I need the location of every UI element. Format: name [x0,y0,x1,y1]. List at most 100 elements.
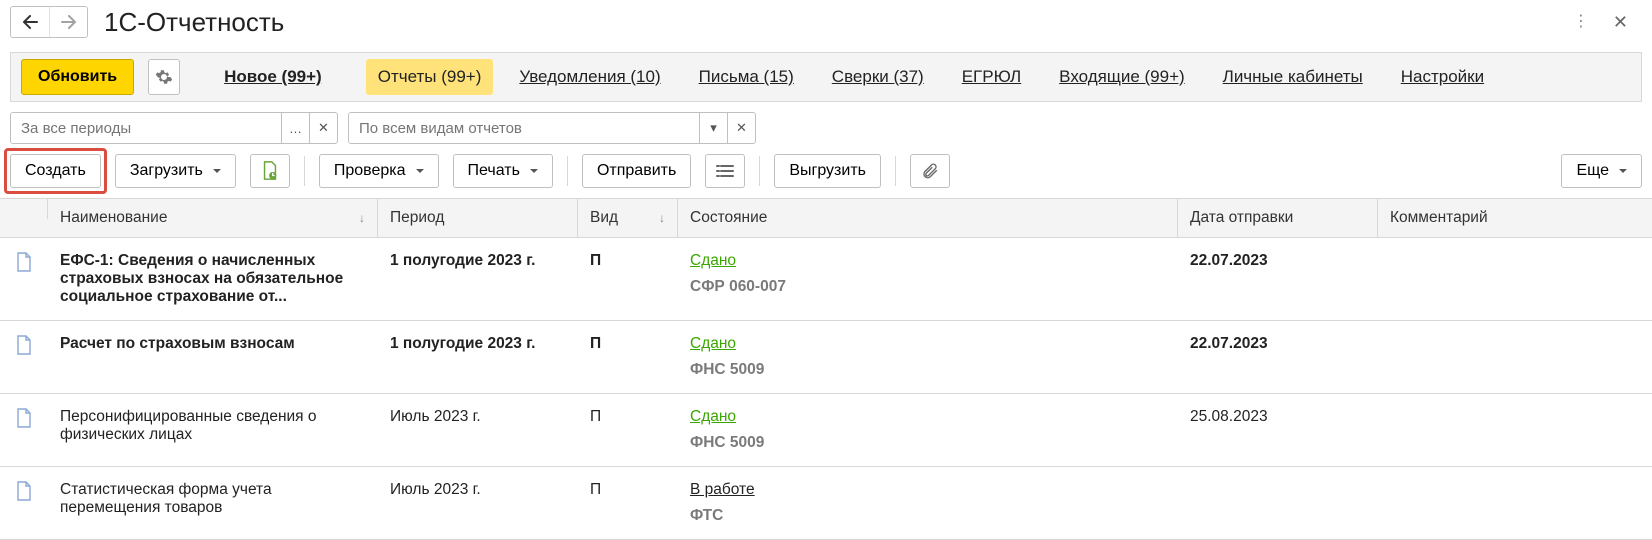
cell-period: Июль 2023 г. [378,477,578,503]
column-name[interactable]: Наименование↓ [48,199,378,237]
tab-notifications[interactable]: Уведомления (10) [507,59,672,95]
filter-row: … ✕ ▾ ✕ [0,102,1652,150]
cell-period: 1 полугодие 2023 г. [378,331,578,357]
cell-comment [1378,477,1652,485]
period-filter-more-button[interactable]: … [281,113,309,143]
tab-egrul[interactable]: ЕГРЮЛ [950,59,1033,95]
period-filter-clear-button[interactable]: ✕ [309,113,337,143]
toolbar-separator [567,156,568,186]
export-button[interactable]: Выгрузить [774,154,881,188]
page-title: 1С-Отчетность [104,7,1557,38]
cell-name: Статистическая форма учета перемещения т… [48,477,378,521]
close-icon[interactable]: ✕ [1613,13,1628,31]
tab-row: Обновить Новое (99+) Отчеты (99+) Уведом… [10,52,1642,102]
sort-icon: ↓ [359,211,365,225]
cell-name: Расчет по страховым взносам [48,331,378,357]
cell-kind: П [578,248,678,274]
table-row[interactable]: Персонифицированные сведения о физически… [0,394,1652,467]
cell-period: 1 полугодие 2023 г. [378,248,578,274]
sort-icon: ↓ [659,211,665,225]
document-icon [0,331,48,359]
more-button[interactable]: Еще [1561,154,1642,188]
cell-kind: П [578,404,678,430]
print-button[interactable]: Печать [453,154,553,188]
list-view-button[interactable] [705,154,745,188]
toolbar-separator [759,156,760,186]
status-org: СФР 060-007 [690,278,1166,296]
toolbar-separator [304,156,305,186]
report-type-filter-clear-button[interactable]: ✕ [727,113,755,143]
arrow-left-icon [22,15,38,29]
refresh-button[interactable]: Обновить [21,59,134,95]
column-kind[interactable]: Вид↓ [578,199,678,237]
forward-button[interactable] [49,7,87,37]
cell-name: Персонифицированные сведения о физически… [48,404,378,448]
reports-table: Наименование↓ Период Вид↓ Состояние Дата… [0,198,1652,540]
status-link[interactable]: Сдано [690,408,1166,426]
tab-settings[interactable]: Настройки [1389,59,1496,95]
cell-state: В работе ФТС [678,477,1178,529]
cell-name: ЕФС-1: Сведения о начисленных страховых … [48,248,378,310]
status-link[interactable]: В работе [690,481,1166,499]
cell-sent-date: 22.07.2023 [1178,331,1378,357]
period-filter: … ✕ [10,112,338,144]
cell-sent-date [1178,477,1378,485]
table-header: Наименование↓ Период Вид↓ Состояние Дата… [0,199,1652,238]
column-sent-date[interactable]: Дата отправки [1178,199,1378,237]
tab-reconciliations[interactable]: Сверки (37) [820,59,936,95]
paperclip-icon [921,161,939,181]
status-org: ФНС 5009 [690,434,1166,452]
cell-state: Сдано ФНС 5009 [678,404,1178,456]
gear-icon [155,68,173,86]
check-button[interactable]: Проверка [319,154,439,188]
column-state[interactable]: Состояние [678,199,1178,237]
nav-buttons [10,6,88,38]
status-link[interactable]: Сдано [690,335,1166,353]
cell-kind: П [578,477,678,503]
table-row[interactable]: Статистическая форма учета перемещения т… [0,467,1652,540]
back-button[interactable] [11,7,49,37]
tab-cabinets[interactable]: Личные кабинеты [1211,59,1375,95]
arrow-right-icon [61,15,77,29]
cell-comment [1378,404,1652,412]
settings-gear-button[interactable] [148,59,180,95]
document-icon [0,477,48,505]
toolbar: Создать Загрузить Проверка Печать Отправ… [0,150,1652,198]
cell-state: Сдано СФР 060-007 [678,248,1178,300]
tab-new[interactable]: Новое (99+) [212,59,334,95]
period-filter-input[interactable] [11,113,281,143]
send-button[interactable]: Отправить [582,154,691,188]
status-link[interactable]: Сдано [690,252,1166,270]
window-actions: ⋮ ✕ [1573,13,1642,31]
list-icon [716,164,734,178]
column-comment[interactable]: Комментарий [1378,199,1652,237]
cell-sent-date: 25.08.2023 [1178,404,1378,430]
file-refresh-icon [261,161,279,181]
table-row[interactable]: ЕФС-1: Сведения о начисленных страховых … [0,238,1652,321]
cell-comment [1378,331,1652,339]
document-icon [0,248,48,276]
create-button[interactable]: Создать [10,154,101,188]
table-row[interactable]: Расчет по страховым взносам1 полугодие 2… [0,321,1652,394]
tab-incoming[interactable]: Входящие (99+) [1047,59,1196,95]
attachment-button[interactable] [910,154,950,188]
kebab-menu-icon[interactable]: ⋮ [1573,14,1591,30]
column-period[interactable]: Период [378,199,578,237]
document-icon [0,404,48,432]
cell-sent-date: 22.07.2023 [1178,248,1378,274]
toolbar-separator [895,156,896,186]
report-type-filter-input[interactable] [349,113,699,143]
tab-letters[interactable]: Письма (15) [687,59,806,95]
cell-kind: П [578,331,678,357]
status-org: ФНС 5009 [690,361,1166,379]
tab-reports[interactable]: Отчеты (99+) [366,59,494,95]
cell-state: Сдано ФНС 5009 [678,331,1178,383]
column-icon [0,199,48,219]
titlebar: 1С-Отчетность ⋮ ✕ [0,0,1652,42]
reload-from-file-button[interactable] [250,154,290,188]
status-org: ФТС [690,507,1166,525]
cell-comment [1378,248,1652,256]
cell-period: Июль 2023 г. [378,404,578,430]
report-type-filter-dropdown-button[interactable]: ▾ [699,113,727,143]
load-button[interactable]: Загрузить [115,154,236,188]
